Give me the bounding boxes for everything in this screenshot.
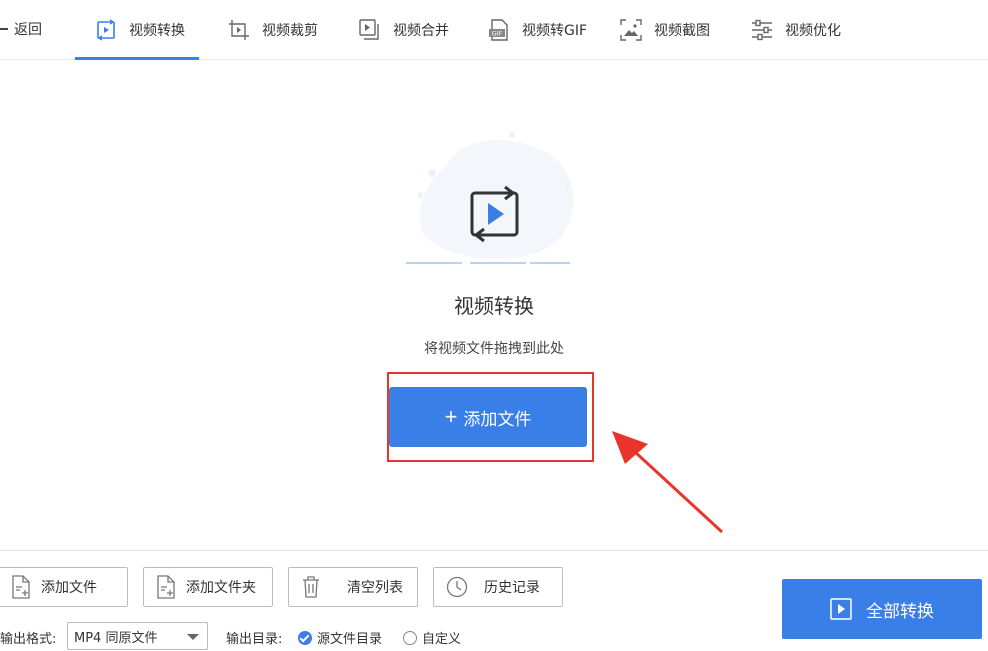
toolbar-history-button[interactable]: 历史记录	[433, 567, 563, 607]
video-merge-icon	[359, 19, 379, 40]
tab-video-screenshot[interactable]: 视频截图	[620, 0, 710, 60]
drop-hint: 将视频文件拖拽到此处	[424, 341, 564, 357]
drop-zone-illustration	[406, 132, 574, 264]
output-format-value: MP4 同原文件	[74, 630, 158, 646]
video-crop-icon	[229, 20, 249, 40]
toolbar-button-label: 添加文件夹	[186, 580, 256, 596]
annotation-arrow-icon	[612, 431, 724, 534]
tab-label: 视频转GIF	[522, 23, 588, 39]
radio-label: 源文件目录	[317, 632, 383, 647]
tab-label: 视频裁剪	[262, 23, 318, 39]
tab-video-crop[interactable]: 视频裁剪	[228, 0, 318, 60]
toolbar-add-file-button[interactable]: 添加文件	[0, 567, 128, 607]
convert-all-label: 全部转换	[866, 601, 934, 621]
back-label: 返回	[14, 22, 42, 38]
add-file-label: 添加文件	[463, 409, 532, 429]
toolbar-add-folder-button[interactable]: 添加文件夹	[143, 567, 273, 607]
tab-label: 视频优化	[785, 23, 841, 39]
back-arrow-icon	[0, 28, 8, 30]
radio-unchecked-icon	[403, 630, 417, 645]
radio-label: 自定义	[422, 632, 462, 647]
tab-video-merge[interactable]: 视频合并	[359, 0, 449, 60]
screenshot-icon	[620, 19, 642, 41]
tab-label: 视频截图	[654, 23, 710, 39]
convert-all-button[interactable]: 全部转换	[782, 579, 982, 639]
radio-source-dir[interactable]: 源文件目录	[298, 628, 382, 647]
optimize-icon	[752, 19, 772, 41]
clock-icon	[446, 576, 468, 598]
output-format-label: 输出格式:	[0, 632, 57, 647]
toolbar-button-label: 清空列表	[347, 580, 403, 596]
top-tab-bar: 返回 视频转换 视频裁剪 视频合并 GIF 视频转GIF 视频截图 视频优化	[0, 0, 988, 60]
play-icon	[830, 598, 852, 620]
tab-video-optimize[interactable]: 视频优化	[751, 0, 841, 60]
output-dir-label: 输出目录:	[226, 632, 283, 647]
output-format-select[interactable]: MP4 同原文件	[67, 622, 208, 650]
toolbar-button-label: 添加文件	[41, 580, 97, 596]
plus-icon: +	[444, 404, 458, 429]
tab-video-convert[interactable]: 视频转换	[75, 0, 199, 60]
chevron-down-icon	[187, 634, 199, 640]
page-title: 视频转换	[454, 294, 534, 318]
radio-checked-icon	[298, 630, 312, 645]
svg-text:GIF: GIF	[492, 30, 503, 38]
tab-label: 视频合并	[393, 23, 449, 39]
add-folder-icon	[157, 575, 175, 599]
trash-icon	[303, 576, 319, 598]
add-file-button[interactable]: + 添加文件	[389, 387, 587, 447]
toolbar-clear-list-button[interactable]: 清空列表	[288, 567, 418, 607]
video-convert-icon	[97, 19, 115, 41]
add-file-icon	[12, 575, 30, 599]
toolbar-button-label: 历史记录	[484, 580, 540, 596]
tab-video-to-gif[interactable]: GIF 视频转GIF	[488, 0, 587, 60]
tab-label: 视频转换	[129, 23, 185, 39]
gif-icon: GIF	[489, 19, 508, 41]
radio-custom-dir[interactable]: 自定义	[403, 628, 461, 647]
back-button[interactable]: 返回	[0, 0, 42, 58]
